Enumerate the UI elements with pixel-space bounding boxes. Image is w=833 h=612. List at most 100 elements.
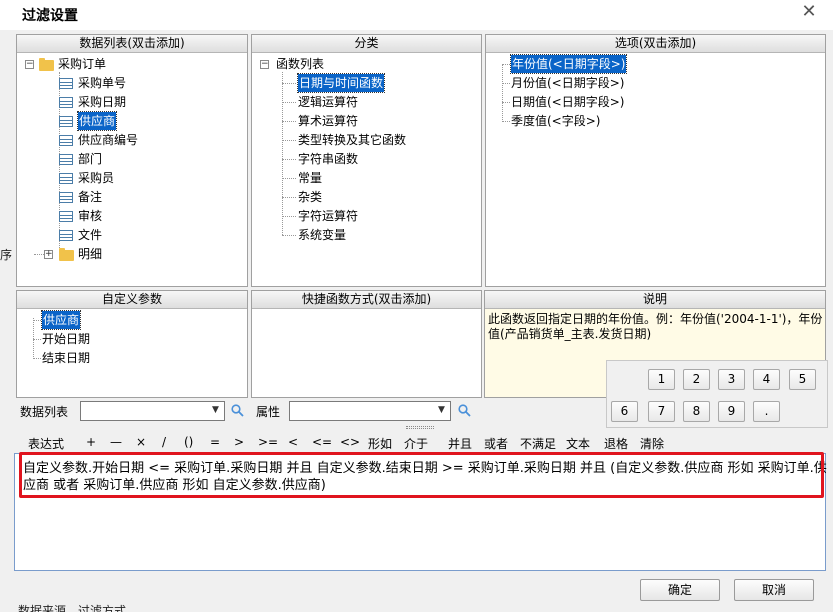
data-list-combobox[interactable]: ▼ bbox=[80, 401, 225, 421]
data-field-item[interactable]: 采购员 bbox=[78, 169, 114, 187]
field-icon bbox=[59, 135, 73, 146]
data-field-item[interactable]: 供应商编号 bbox=[78, 131, 138, 149]
data-list-panel: 数据列表(双击添加) − 采购订单 采购单号 采购日期 供应商 供应商编号 部门 采购员备… bbox=[16, 34, 248, 287]
title-bar: 过滤设置 ✕ bbox=[0, 0, 833, 30]
background-bottom-tabs: 数据来源 过滤方式 bbox=[18, 603, 126, 612]
description-text: 此函数返回指定日期的年份值。例：年份值('2004-1-1')，年份值(产品销货… bbox=[488, 312, 823, 341]
category-header: 分类 bbox=[252, 35, 481, 53]
data-field-item[interactable]: 审核 bbox=[78, 207, 102, 225]
expand-icon[interactable]: + bbox=[44, 250, 53, 259]
toolbar-op-14[interactable]: 并且 bbox=[448, 435, 472, 452]
data-list-filter-label: 数据列表 bbox=[20, 405, 69, 419]
data-field-item[interactable]: 文件 bbox=[78, 226, 102, 244]
toolbar-op-13[interactable]: 介于 bbox=[404, 435, 428, 452]
toolbar-op-8[interactable]: >= bbox=[258, 435, 278, 449]
field-icon bbox=[59, 97, 73, 108]
data-field-item[interactable]: 采购单号 bbox=[78, 74, 126, 92]
category-item[interactable]: 算术运算符 bbox=[298, 112, 358, 130]
numpad-key[interactable]: 9 bbox=[718, 401, 745, 422]
toolbar-op-2[interactable]: — bbox=[110, 435, 122, 449]
toolbar-op-5[interactable]: () bbox=[184, 435, 193, 449]
chevron-down-icon[interactable]: ▼ bbox=[210, 405, 221, 416]
data-field-item[interactable]: 备注 bbox=[78, 188, 102, 206]
numpad-key[interactable]: 4 bbox=[753, 369, 780, 390]
category-item[interactable]: 字符运算符 bbox=[298, 207, 358, 225]
background-tab-filter-mode: 过滤方式 bbox=[78, 604, 127, 612]
expression-editor[interactable]: 自定义参数.开始日期 <= 采购订单.采购日期 并且 自定义参数.结束日期 >=… bbox=[14, 453, 827, 571]
toolbar-op-10[interactable]: <= bbox=[312, 435, 332, 449]
category-item[interactable]: 字符串函数 bbox=[298, 150, 358, 168]
numpad-key[interactable]: 8 bbox=[683, 401, 710, 422]
background-tab-data-source: 数据来源 bbox=[18, 604, 67, 612]
field-icon bbox=[59, 192, 73, 203]
folder-icon bbox=[39, 58, 54, 71]
custom-param-item[interactable]: 结束日期 bbox=[42, 349, 90, 367]
category-item[interactable]: 逻辑运算符 bbox=[298, 93, 358, 111]
field-icon bbox=[59, 116, 73, 127]
field-icon bbox=[59, 154, 73, 165]
numpad-key[interactable]: 7 bbox=[648, 401, 675, 422]
toolbar-op-19[interactable]: 清除 bbox=[640, 435, 664, 452]
toolbar-op-4[interactable]: / bbox=[162, 435, 166, 449]
description-header: 说明 bbox=[485, 291, 825, 309]
numpad-key[interactable]: 1 bbox=[648, 369, 675, 390]
property-combobox[interactable]: ▼ bbox=[289, 401, 451, 421]
function-list-root[interactable]: 函数列表 bbox=[276, 55, 324, 73]
toolbar-op-6[interactable]: = bbox=[210, 435, 220, 449]
collapse-icon[interactable]: − bbox=[260, 60, 269, 69]
numpad-key[interactable]: 2 bbox=[683, 369, 710, 390]
option-item[interactable]: 月份值(<日期字段>) bbox=[511, 74, 624, 92]
category-item[interactable]: 常量 bbox=[298, 169, 322, 187]
toolbar-op-9[interactable]: < bbox=[288, 435, 298, 449]
category-item[interactable]: 杂类 bbox=[298, 188, 322, 206]
background-left-stub: 序 bbox=[0, 248, 13, 262]
field-icon bbox=[59, 173, 73, 184]
toolbar-op-0: 表达式 bbox=[28, 437, 65, 451]
toolbar-op-12[interactable]: 形如 bbox=[368, 435, 392, 452]
toolbar-op-3[interactable]: × bbox=[136, 435, 146, 449]
close-icon[interactable]: ✕ bbox=[800, 1, 818, 23]
quick-function-panel: 快捷函数方式(双击添加) bbox=[251, 290, 482, 398]
toolbar-op-1[interactable]: + bbox=[86, 435, 96, 449]
field-icon bbox=[59, 78, 73, 89]
tree-child-label[interactable]: 明细 bbox=[78, 245, 102, 263]
category-item[interactable]: 日期与时间函数 bbox=[296, 73, 386, 93]
collapse-icon[interactable]: − bbox=[25, 60, 34, 69]
data-field-item[interactable]: 采购日期 bbox=[78, 93, 126, 111]
category-item[interactable]: 类型转换及其它函数 bbox=[298, 131, 406, 149]
toolbar-op-17[interactable]: 文本 bbox=[566, 435, 590, 452]
data-field-item[interactable]: 部门 bbox=[78, 150, 102, 168]
toolbar-op-16[interactable]: 不满足 bbox=[520, 435, 556, 452]
dialog-title: 过滤设置 bbox=[22, 8, 78, 24]
property-filter-label: 属性 bbox=[256, 405, 281, 419]
custom-params-panel: 自定义参数 供应商 开始日期 结束日期 bbox=[16, 290, 248, 398]
field-icon bbox=[59, 211, 73, 222]
custom-param-item[interactable]: 开始日期 bbox=[42, 330, 90, 348]
field-icon bbox=[59, 230, 73, 241]
option-item[interactable]: 日期值(<日期字段>) bbox=[511, 93, 624, 111]
option-item[interactable]: 季度值(<字段>) bbox=[511, 112, 600, 130]
ok-button[interactable]: 确定 bbox=[640, 579, 720, 601]
custom-params-header: 自定义参数 bbox=[17, 291, 247, 309]
tree-root-label[interactable]: 采购订单 bbox=[58, 55, 106, 73]
options-header: 选项(双击添加) bbox=[486, 35, 825, 53]
search-icon[interactable] bbox=[231, 404, 244, 417]
category-item[interactable]: 系统变量 bbox=[298, 226, 346, 244]
expression-text: 自定义参数.开始日期 <= 采购订单.采购日期 并且 自定义参数.结束日期 >=… bbox=[23, 461, 827, 493]
numpad-key[interactable]: 5 bbox=[789, 369, 816, 390]
cancel-button[interactable]: 取消 bbox=[734, 579, 814, 601]
toolbar-op-7[interactable]: > bbox=[234, 435, 244, 449]
custom-param-item[interactable]: 供应商 bbox=[40, 310, 82, 330]
quick-function-header: 快捷函数方式(双击添加) bbox=[252, 291, 481, 309]
toolbar-op-11[interactable]: <> bbox=[340, 435, 360, 449]
search-icon[interactable] bbox=[458, 404, 471, 417]
numpad-key[interactable]: 6 bbox=[611, 401, 638, 422]
chevron-down-icon[interactable]: ▼ bbox=[436, 405, 447, 416]
data-field-item[interactable]: 供应商 bbox=[76, 111, 118, 131]
option-item[interactable]: 年份值(<日期字段>) bbox=[509, 54, 628, 74]
toolbar-op-15[interactable]: 或者 bbox=[484, 435, 508, 452]
toolbar-op-18[interactable]: 退格 bbox=[604, 435, 628, 452]
numpad-key[interactable]: 3 bbox=[718, 369, 745, 390]
numpad-key[interactable]: . bbox=[753, 401, 780, 422]
splitter-handle[interactable] bbox=[406, 426, 434, 429]
